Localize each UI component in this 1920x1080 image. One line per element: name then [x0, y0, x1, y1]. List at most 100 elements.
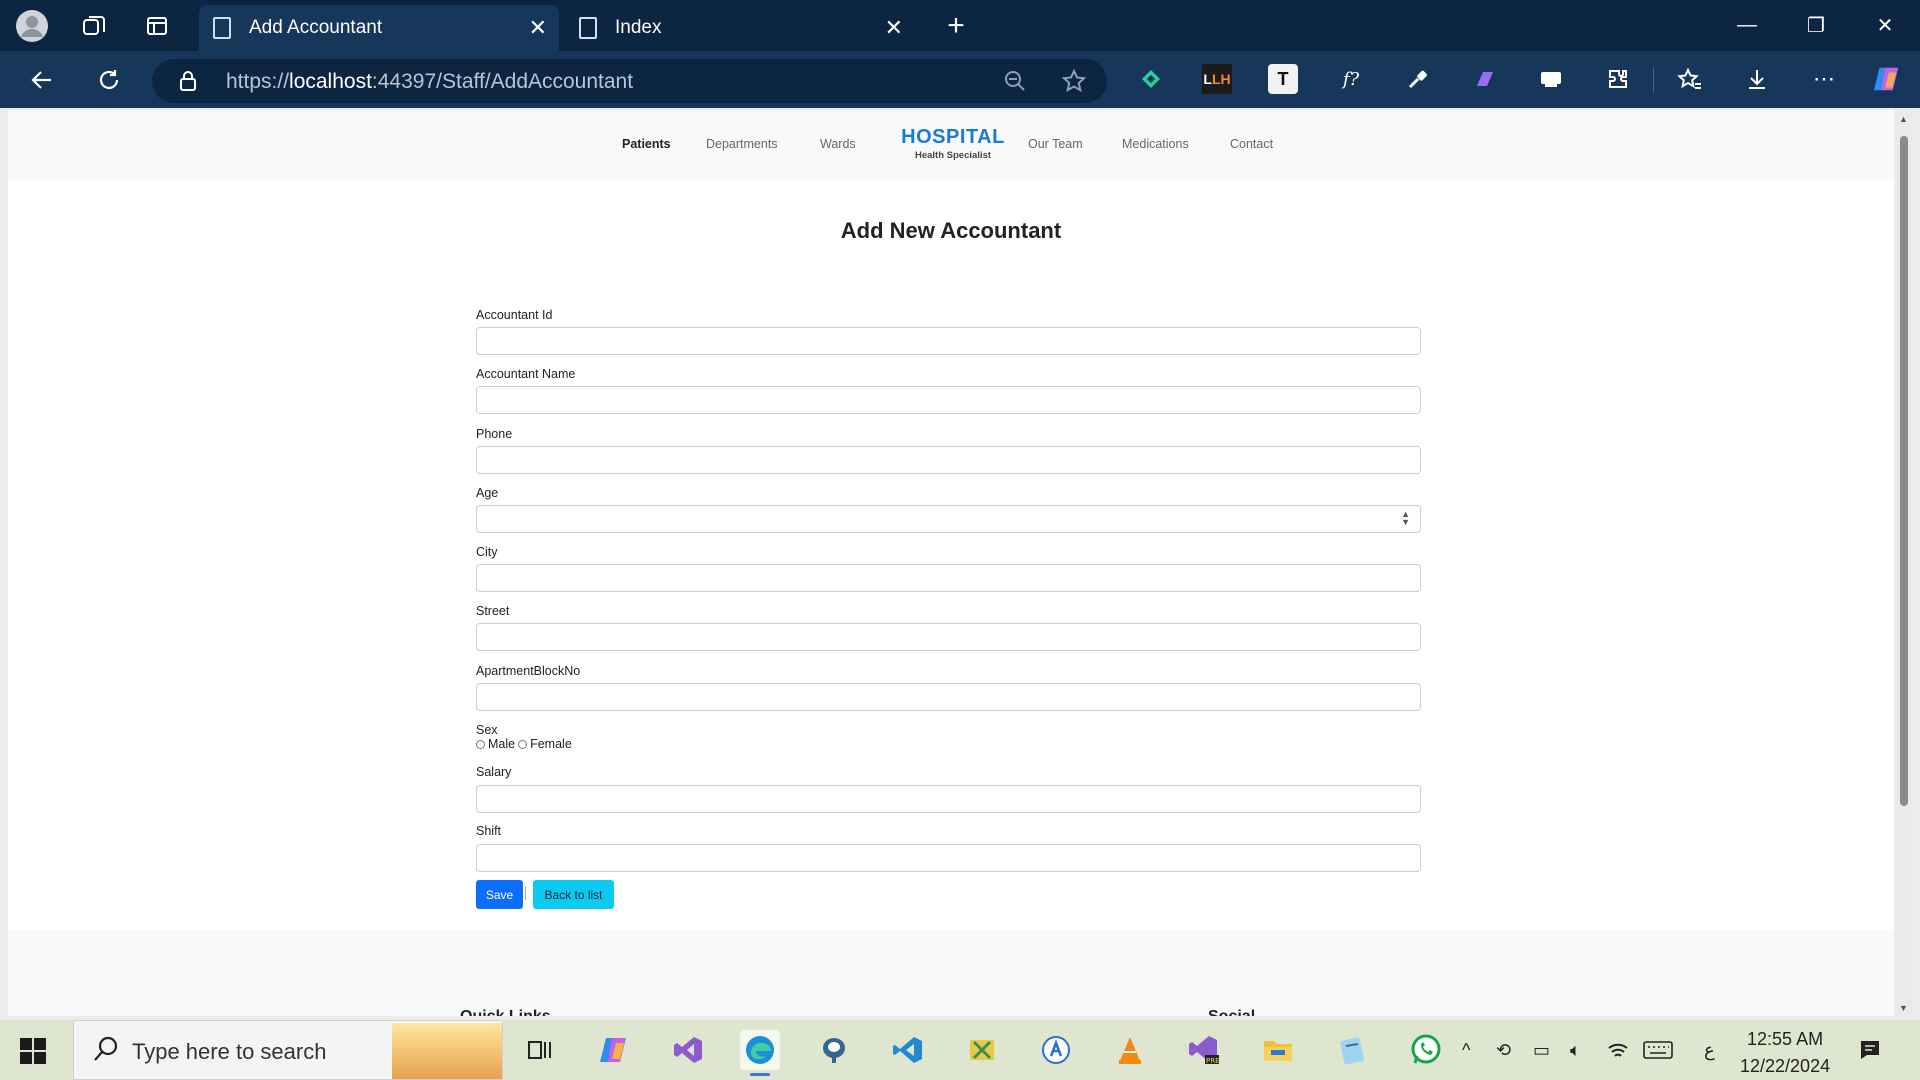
copilot-shape-extension-icon[interactable]: [1470, 64, 1500, 94]
svg-text:PRE: PRE: [1206, 1057, 1220, 1065]
task-view-icon[interactable]: [520, 1030, 560, 1070]
more-menu-icon[interactable]: ⋯: [1809, 64, 1839, 94]
site-logo[interactable]: HOSPITAL Health Specialist: [898, 126, 1008, 161]
accountant-id-label: Accountant Id: [476, 308, 553, 322]
keyboard-icon[interactable]: [1643, 1040, 1673, 1065]
system-clock[interactable]: 12:55 AM 12/22/2024: [1740, 1026, 1830, 1080]
cast-extension-icon[interactable]: [1536, 64, 1566, 94]
volume-icon[interactable]: 🔈︎: [1570, 1040, 1581, 1061]
input-language-indicator[interactable]: ع: [1704, 1040, 1715, 1061]
vscode-icon[interactable]: [888, 1030, 928, 1070]
search-icon: [92, 1035, 120, 1068]
city-label: City: [476, 545, 498, 559]
vlc-icon[interactable]: [1110, 1030, 1150, 1070]
age-input[interactable]: ▲ ▼: [476, 505, 1421, 533]
scroll-up-icon[interactable]: ▲: [1899, 114, 1908, 124]
active-app-indicator: [750, 1073, 770, 1076]
scrollbar-thumb[interactable]: [1900, 136, 1908, 806]
back-arrow-icon[interactable]: [24, 63, 60, 97]
notifications-icon[interactable]: [1858, 1038, 1882, 1067]
accountant-id-input[interactable]: [476, 327, 1421, 355]
back-to-list-button[interactable]: Back to list: [533, 880, 614, 909]
page-scrollbar[interactable]: ▲ ▼: [1896, 110, 1912, 1016]
notepad-icon[interactable]: [1332, 1030, 1372, 1070]
shift-input[interactable]: [476, 844, 1421, 872]
gem-extension-icon[interactable]: [1136, 64, 1166, 94]
menu-wards[interactable]: Wards: [820, 137, 856, 151]
copilot-app-icon[interactable]: [594, 1030, 634, 1070]
search-placeholder: Type here to search: [132, 1039, 327, 1064]
search-highlight-illustration: [392, 1023, 502, 1079]
postgresql-icon[interactable]: [814, 1030, 854, 1070]
brand-tagline: Health Specialist: [914, 150, 992, 161]
text-extension-icon[interactable]: T: [1268, 64, 1298, 94]
tab-add-accountant[interactable]: Add Accountant ✕: [199, 5, 559, 51]
snip-tool-icon[interactable]: [962, 1030, 1002, 1070]
tab-actions-icon[interactable]: [141, 10, 173, 42]
refresh-icon[interactable]: [91, 63, 127, 97]
tab-title: Index: [615, 17, 662, 38]
visual-studio-preview-icon[interactable]: PRE: [1184, 1030, 1224, 1070]
salary-label: Salary: [476, 765, 512, 779]
wifi-icon[interactable]: [1607, 1040, 1629, 1065]
brand-name: HOSPITAL: [901, 126, 1005, 148]
fx-extension-icon[interactable]: f?: [1336, 64, 1366, 94]
url-text[interactable]: https://localhost:44397/Staff/AddAccount…: [226, 70, 633, 94]
close-tab-icon[interactable]: ✕: [529, 15, 547, 41]
taskbar-search-box[interactable]: Type here to search: [73, 1020, 503, 1080]
workspaces-icon[interactable]: [78, 10, 110, 42]
lock-icon[interactable]: [178, 70, 198, 97]
male-radio-label: Male: [488, 737, 516, 751]
sex-radio-group: Male Female: [476, 737, 572, 751]
close-tab-icon[interactable]: ✕: [885, 15, 903, 41]
minimize-icon[interactable]: —: [1727, 10, 1767, 40]
taskbar: Type here to search PRE ^ ⟲ ▭ 🔈︎ ع 12:55…: [0, 1020, 1920, 1080]
visual-studio-icon[interactable]: [668, 1030, 708, 1070]
footer-heading-social: Social: [1208, 1008, 1255, 1016]
salary-input[interactable]: [476, 785, 1421, 813]
lighthouse-extension-icon[interactable]: L LH: [1202, 64, 1232, 94]
phone-input[interactable]: [476, 446, 1421, 474]
battery-icon[interactable]: ▭: [1533, 1040, 1550, 1061]
address-bar[interactable]: https://localhost:44397/Staff/AddAccount…: [152, 59, 1107, 103]
accountant-name-input[interactable]: [476, 386, 1421, 414]
favorites-icon[interactable]: [1675, 64, 1705, 94]
shift-label: Shift: [476, 824, 502, 838]
age-label: Age: [476, 486, 499, 500]
restore-icon[interactable]: ❐: [1796, 10, 1836, 40]
number-spinner-icon[interactable]: ▲ ▼: [1401, 510, 1410, 527]
save-button[interactable]: Save: [476, 880, 523, 909]
file-explorer-icon[interactable]: [1258, 1030, 1298, 1070]
edge-browser-icon[interactable]: [740, 1030, 780, 1076]
menu-departments[interactable]: Departments: [706, 137, 778, 151]
zoom-out-icon[interactable]: [1003, 69, 1027, 98]
downloads-icon[interactable]: [1742, 64, 1772, 94]
app-installer-icon[interactable]: [1036, 1030, 1076, 1070]
apartment-block-input[interactable]: [476, 683, 1421, 711]
copilot-icon[interactable]: [1872, 64, 1902, 94]
sync-icon[interactable]: ⟲: [1496, 1040, 1511, 1061]
menu-contact[interactable]: Contact: [1230, 137, 1273, 151]
puzzle-extensions-icon[interactable]: [1603, 64, 1633, 94]
sex-label: Sex: [476, 723, 498, 737]
close-window-icon[interactable]: ✕: [1865, 10, 1905, 40]
menu-our-team[interactable]: Our Team: [1028, 137, 1083, 151]
show-hidden-icons[interactable]: ^: [1462, 1040, 1470, 1061]
toolbar-divider: [1653, 67, 1654, 93]
favorite-star-icon[interactable]: [1061, 68, 1087, 99]
new-tab-icon[interactable]: +: [940, 9, 972, 42]
main-content: Add New Accountant Accountant Id Account…: [8, 180, 1894, 930]
windows-start-icon[interactable]: [20, 1038, 46, 1064]
profile-avatar-icon[interactable]: [16, 10, 48, 42]
male-radio[interactable]: [476, 739, 485, 749]
menu-patients[interactable]: Patients: [622, 137, 671, 151]
whatsapp-icon[interactable]: [1406, 1030, 1446, 1070]
street-input[interactable]: [476, 623, 1421, 651]
city-input[interactable]: [476, 564, 1421, 592]
female-radio[interactable]: [518, 739, 528, 749]
phone-label: Phone: [476, 427, 513, 441]
scroll-down-icon[interactable]: ▼: [1899, 1003, 1908, 1013]
menu-medications[interactable]: Medications: [1122, 137, 1189, 151]
eyedropper-extension-icon[interactable]: [1403, 64, 1433, 94]
tab-index[interactable]: Index ✕: [565, 5, 915, 51]
